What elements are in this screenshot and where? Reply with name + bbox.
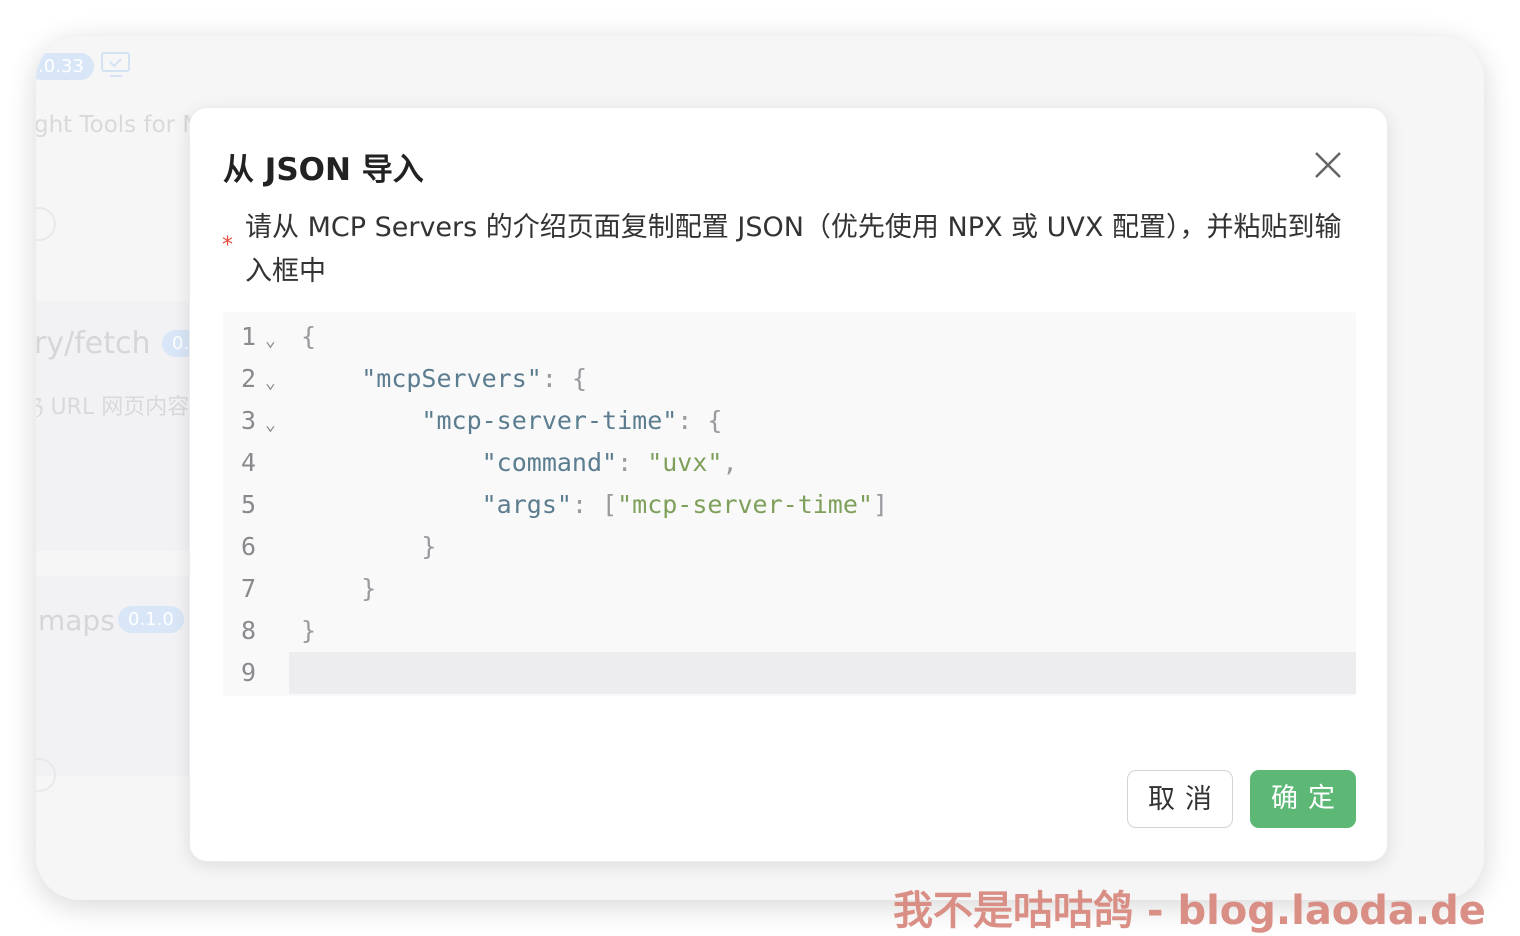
json-punct: ] [872,490,889,519]
code-line: 6 } [223,526,1356,568]
fold-chevron-icon[interactable]: ⌄ [265,362,276,404]
line-number: 8 [241,616,257,645]
code-text: } [301,568,376,610]
code-text: { [301,316,316,358]
code-line: 2 ⌄ "mcpServers": { [223,358,1356,400]
code-text: } [301,610,316,652]
code-text: "command": "uvx", [301,442,738,484]
json-string: "mcp-server-time" [617,490,873,519]
brace: { [301,322,317,351]
line-number: 5 [241,490,257,519]
server-name: ry/fetch [36,326,151,361]
app-subtitle: ght Tools for M [36,112,203,138]
json-punct: : { [677,406,723,435]
line-number: 2 [241,364,257,393]
json-punct: : { [541,364,587,393]
code-text: "mcpServers": { [301,358,587,400]
line-number: 4 [241,448,257,477]
toggle-ring-icon [36,207,56,241]
json-key: "command" [481,448,618,477]
code-line: 8 } [223,610,1356,652]
json-punct: , [722,448,738,477]
json-string: "uvx" [647,448,723,477]
watermark: 我不是咕咕鸽 - blog.laoda.de [893,888,1486,934]
server-version-badge: 0.1.0 [118,606,184,633]
code-text: } [301,526,436,568]
brace: } [421,532,437,561]
brace: } [361,574,377,603]
code-line-active: 9 [223,652,1356,694]
line-number: 7 [241,574,257,603]
json-punct: : [617,448,648,477]
json-key: "mcp-server-time" [421,406,678,435]
json-editor[interactable]: 1 ⌄ { 2 ⌄ "mcpServers": { 3 ⌄ "mcp-serve… [223,312,1356,696]
import-json-dialog: 从 JSON 导入 * 请从 MCP Servers 的介绍页面复制配置 JSO… [189,107,1388,862]
line-number: 6 [241,532,257,561]
code-text: "mcp-server-time": { [301,400,722,442]
fold-chevron-icon[interactable]: ⌄ [265,320,276,362]
brace: } [301,616,317,645]
dialog-description: 请从 MCP Servers 的介绍页面复制配置 JSON（优先使用 NPX 或… [245,212,1342,287]
code-line: 3 ⌄ "mcp-server-time": { [223,400,1356,442]
monitor-icon [100,50,132,84]
server-description: ℨ URL 网页内容 [36,395,190,420]
code-text: "args": ["mcp-server-time"] [301,484,888,526]
code-line: 5 "args": ["mcp-server-time"] [223,484,1356,526]
version-badge: .0.33 [36,53,94,80]
dialog-title: 从 JSON 导入 [223,152,424,188]
json-key: "args" [481,490,572,519]
code-line: 4 "command": "uvx", [223,442,1356,484]
server-name: maps [38,604,115,637]
line-number: 1 [241,322,257,351]
confirm-button[interactable]: 确定 [1250,770,1356,828]
line-number: 9 [241,658,257,687]
json-key: "mcpServers" [361,364,542,393]
close-icon[interactable] [1308,145,1348,185]
code-line: 1 ⌄ { [223,316,1356,358]
code-line: 7 } [223,568,1356,610]
fold-chevron-icon[interactable]: ⌄ [265,404,276,446]
json-punct: : [ [571,490,618,519]
line-number: 3 [241,406,257,435]
cancel-button[interactable]: 取消 [1127,770,1233,828]
active-line-highlight [289,652,1356,694]
required-mark: * [222,233,233,258]
